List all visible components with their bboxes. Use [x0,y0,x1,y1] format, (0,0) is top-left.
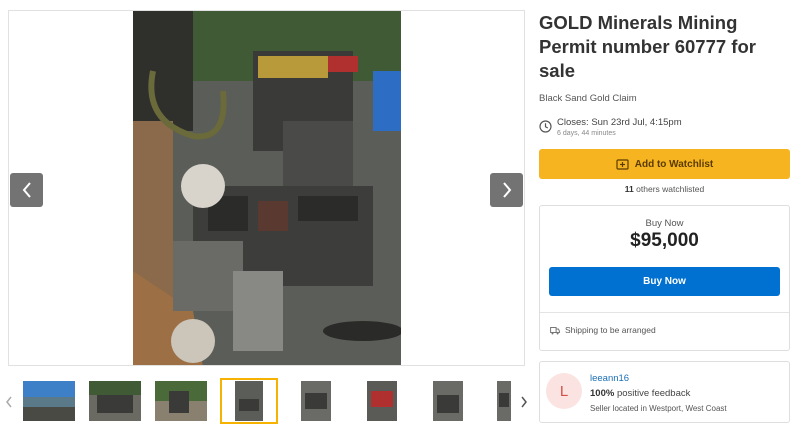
main-photo[interactable] [133,11,401,365]
feedback-percent: 100% [590,388,615,399]
chevron-right-icon [521,396,527,408]
shipping-info: Shipping to be arranged [550,325,656,335]
feedback-suffix: positive feedback [614,388,691,399]
watchlist-count-suffix: others watchlisted [633,184,705,194]
thumbnail-image [423,381,475,421]
shipping-icon [550,326,560,334]
buy-now-price: $95,000 [630,230,699,251]
thumbnail-image [489,381,511,421]
listing-subtitle: Black Sand Gold Claim [539,93,637,104]
next-photo-button[interactable] [490,173,523,207]
thumbnail-8[interactable] [489,381,511,421]
shipping-text: Shipping to be arranged [565,325,656,335]
thumbnail-5[interactable] [291,381,343,421]
main-photo-image [133,11,401,365]
seller-panel: L leeann16 100% positive feedback Seller… [539,361,790,423]
clock-icon [539,120,552,133]
prev-photo-button[interactable] [10,173,43,207]
chevron-right-icon [502,182,511,198]
watchlist-count: 11 others watchlisted [539,184,790,194]
avatar[interactable]: L [546,373,582,409]
time-remaining: 6 days, 44 minutes [557,130,616,137]
chevron-left-icon [6,396,12,408]
closes-date: Closes: Sun 23rd Jul, 4:15pm [557,117,682,128]
closing-info: Closes: Sun 23rd Jul, 4:15pm 6 days, 44 … [539,117,789,139]
divider [540,312,789,313]
thumbnail-image [23,381,75,421]
thumbnail-4[interactable] [220,378,278,424]
add-to-watchlist-button[interactable]: Add to Watchlist [539,149,790,179]
thumbnail-3[interactable] [155,381,207,421]
buy-now-button[interactable]: Buy Now [549,267,780,296]
thumbnail-image [223,381,275,421]
thumbnail-1[interactable] [23,381,75,421]
thumbnail-6[interactable] [357,381,409,421]
watchlist-count-number: 11 [624,184,634,194]
seller-location: Seller located in Westport, West Coast [590,404,727,413]
buy-now-label: Buy Now [645,218,684,229]
thumbnail-image [291,381,343,421]
watchlist-button-label: Add to Watchlist [634,158,714,170]
thumbnail-image [89,381,141,421]
seller-name-link[interactable]: leeann16 [590,373,629,384]
thumbs-prev-button[interactable] [2,393,16,411]
thumbnail-2[interactable] [89,381,141,421]
buy-now-button-label: Buy Now [643,276,686,287]
thumbnail-7[interactable] [423,381,475,421]
thumbnail-image [357,381,409,421]
thumbnail-strip [0,378,535,424]
watchlist-icon [616,158,629,170]
seller-feedback: 100% positive feedback [590,388,690,399]
chevron-left-icon [22,182,31,198]
thumbs-next-button[interactable] [517,393,531,411]
image-gallery [8,10,525,366]
thumbnail-image [155,381,207,421]
listing-title: GOLD Minerals Mining Permit number 60777… [539,12,756,81]
buy-now-panel: Buy Now $95,000 Buy Now Shipping to be a… [539,205,790,351]
